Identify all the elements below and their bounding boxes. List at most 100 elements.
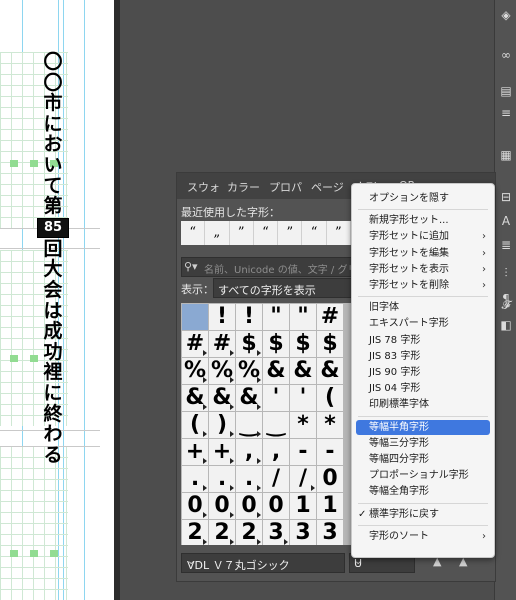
- glyph-cell[interactable]: 0: [182, 493, 208, 519]
- menu-item[interactable]: 字形セットを削除 ›: [356, 278, 490, 293]
- menu-item[interactable]: 印刷標準字体: [356, 397, 490, 412]
- glyph-grid[interactable]: !! " " # # # $ $ $ $%%% & & & & & & ' '(() ‿ ‿ * * + +,, - -... / /…: [181, 303, 353, 545]
- glyph-cell[interactable]: 0: [263, 493, 289, 519]
- menu-item[interactable]: 標準字形に戻す ✓: [356, 507, 490, 522]
- glyph-cell[interactable]: -: [317, 439, 343, 465]
- menu-item[interactable]: 等幅半角字形: [356, 419, 490, 435]
- glyph-cell[interactable]: ': [290, 385, 316, 411]
- vertical-text-frame[interactable]: 〇〇市において第 85 回大会は成功裡に終わる: [37, 52, 69, 465]
- glyph-cell[interactable]: /: [263, 466, 289, 492]
- glyph-cell[interactable]: ‿: [263, 412, 289, 438]
- glyphs-icon[interactable]: 𝓕: [499, 298, 513, 312]
- glyph-cell[interactable]: [182, 304, 208, 330]
- glyph-cell[interactable]: 2: [209, 520, 235, 545]
- glyph-cell[interactable]: 0: [209, 493, 235, 519]
- glyph-cell[interactable]: &: [209, 385, 235, 411]
- glyph-cell[interactable]: .: [236, 466, 262, 492]
- glyph-cell[interactable]: +: [182, 439, 208, 465]
- glyph-cell[interactable]: &: [236, 385, 262, 411]
- layers-icon[interactable]: ◈: [499, 8, 513, 22]
- glyph-cell[interactable]: #: [182, 331, 208, 357]
- glyph-cell[interactable]: ,: [236, 439, 262, 465]
- glyph-cell[interactable]: %: [182, 358, 208, 384]
- menu-item[interactable]: オプションを隠す: [356, 191, 490, 206]
- menu-item[interactable]: 字形セットに追加 ›: [356, 229, 490, 244]
- glyph-search-field[interactable]: ⚲▾ 名前、Unicode の値、文字 / グリフ ID: [181, 257, 381, 277]
- glyph-cell[interactable]: ": [263, 304, 289, 330]
- recent-glyph[interactable]: “: [181, 221, 206, 245]
- recent-glyph[interactable]: “: [302, 221, 327, 245]
- glyph-cell[interactable]: .: [209, 466, 235, 492]
- swatches-icon[interactable]: ▦: [499, 148, 513, 162]
- glyph-cell[interactable]: ): [209, 412, 235, 438]
- menu-item[interactable]: JIS 04 字形: [356, 381, 490, 396]
- glyph-cell[interactable]: 3: [263, 520, 289, 545]
- text-wrap-icon[interactable]: ≣: [499, 238, 513, 252]
- document-page[interactable]: 〇〇市において第 85 回大会は成功裡に終わる: [0, 0, 114, 600]
- glyph-cell[interactable]: ": [290, 304, 316, 330]
- stroke-icon[interactable]: ≡: [499, 106, 513, 120]
- glyph-cell[interactable]: &: [182, 385, 208, 411]
- menu-item[interactable]: 字形のソート ›: [356, 529, 490, 544]
- glyph-cell[interactable]: 1: [317, 493, 343, 519]
- glyph-cell[interactable]: #: [209, 331, 235, 357]
- glyph-cell[interactable]: .: [182, 466, 208, 492]
- recent-glyph[interactable]: “: [254, 221, 279, 245]
- glyph-cell[interactable]: #: [317, 304, 343, 330]
- glyph-cell[interactable]: $: [263, 331, 289, 357]
- glyph-cell[interactable]: 0: [317, 466, 343, 492]
- recent-glyph[interactable]: „: [205, 221, 230, 245]
- show-dropdown[interactable]: すべての字形を表示: [213, 278, 355, 298]
- glyph-cell[interactable]: 3: [290, 520, 316, 545]
- glyph-cell[interactable]: &: [263, 358, 289, 384]
- glyph-cell[interactable]: +: [209, 439, 235, 465]
- menu-item[interactable]: JIS 78 字形: [356, 333, 490, 348]
- effects-icon[interactable]: ⫶: [499, 266, 513, 280]
- glyph-cell[interactable]: ': [263, 385, 289, 411]
- menu-item[interactable]: 字形セットを編集 ›: [356, 246, 490, 261]
- font-family-dropdown[interactable]: VDL Ｖ７丸ゴシック ⌄: [181, 553, 345, 573]
- glyph-cell[interactable]: !: [209, 304, 235, 330]
- glyph-cell[interactable]: 2: [236, 520, 262, 545]
- menu-item[interactable]: 等幅三分字形: [356, 436, 490, 451]
- search-icon[interactable]: ⚲▾: [184, 260, 200, 274]
- character-styles-icon[interactable]: A: [499, 214, 513, 228]
- glyph-cell[interactable]: $: [290, 331, 316, 357]
- glyph-cell[interactable]: $: [236, 331, 262, 357]
- glyph-cell[interactable]: -: [290, 439, 316, 465]
- glyph-cell[interactable]: *: [290, 412, 316, 438]
- glyph-cell[interactable]: !: [236, 304, 262, 330]
- tab-4[interactable]: ページ: [311, 179, 344, 195]
- recent-glyph[interactable]: ”: [327, 221, 351, 245]
- tab-3[interactable]: プロパ: [269, 179, 302, 195]
- glyph-cell[interactable]: 2: [182, 520, 208, 545]
- align-icon[interactable]: ⊟: [499, 190, 513, 204]
- recent-glyph[interactable]: ”: [278, 221, 303, 245]
- menu-item[interactable]: JIS 90 字形: [356, 365, 490, 380]
- glyph-cell[interactable]: (: [317, 385, 343, 411]
- menu-item[interactable]: エキスパート字形: [356, 316, 490, 331]
- menu-item[interactable]: 等幅全角字形: [356, 484, 490, 499]
- glyph-cell[interactable]: *: [317, 412, 343, 438]
- glyph-cell[interactable]: $: [317, 331, 343, 357]
- glyph-cell[interactable]: 0: [236, 493, 262, 519]
- menu-item[interactable]: 等幅四分字形: [356, 452, 490, 467]
- recent-glyph[interactable]: ”: [230, 221, 254, 245]
- glyph-cell[interactable]: ‿: [236, 412, 262, 438]
- menu-item[interactable]: プロポーショナル字形: [356, 468, 490, 483]
- glyph-cell[interactable]: &: [317, 358, 343, 384]
- links-icon[interactable]: ∞: [499, 48, 513, 62]
- glyph-cell[interactable]: &: [290, 358, 316, 384]
- pages-icon[interactable]: ▤: [499, 84, 513, 98]
- object-styles-icon[interactable]: ◧: [499, 318, 513, 332]
- menu-item[interactable]: 字形セットを表示 ›: [356, 262, 490, 277]
- tab-2[interactable]: カラー: [227, 179, 260, 195]
- glyph-cell[interactable]: %: [209, 358, 235, 384]
- menu-item[interactable]: 新規字形セット...: [356, 213, 490, 228]
- menu-item[interactable]: 旧字体: [356, 300, 490, 315]
- menu-item[interactable]: JIS 83 字形: [356, 349, 490, 364]
- tab-1[interactable]: スウォ: [187, 179, 220, 195]
- glyph-cell[interactable]: 1: [290, 493, 316, 519]
- glyph-cell[interactable]: 3: [317, 520, 343, 545]
- glyph-cell[interactable]: /: [290, 466, 316, 492]
